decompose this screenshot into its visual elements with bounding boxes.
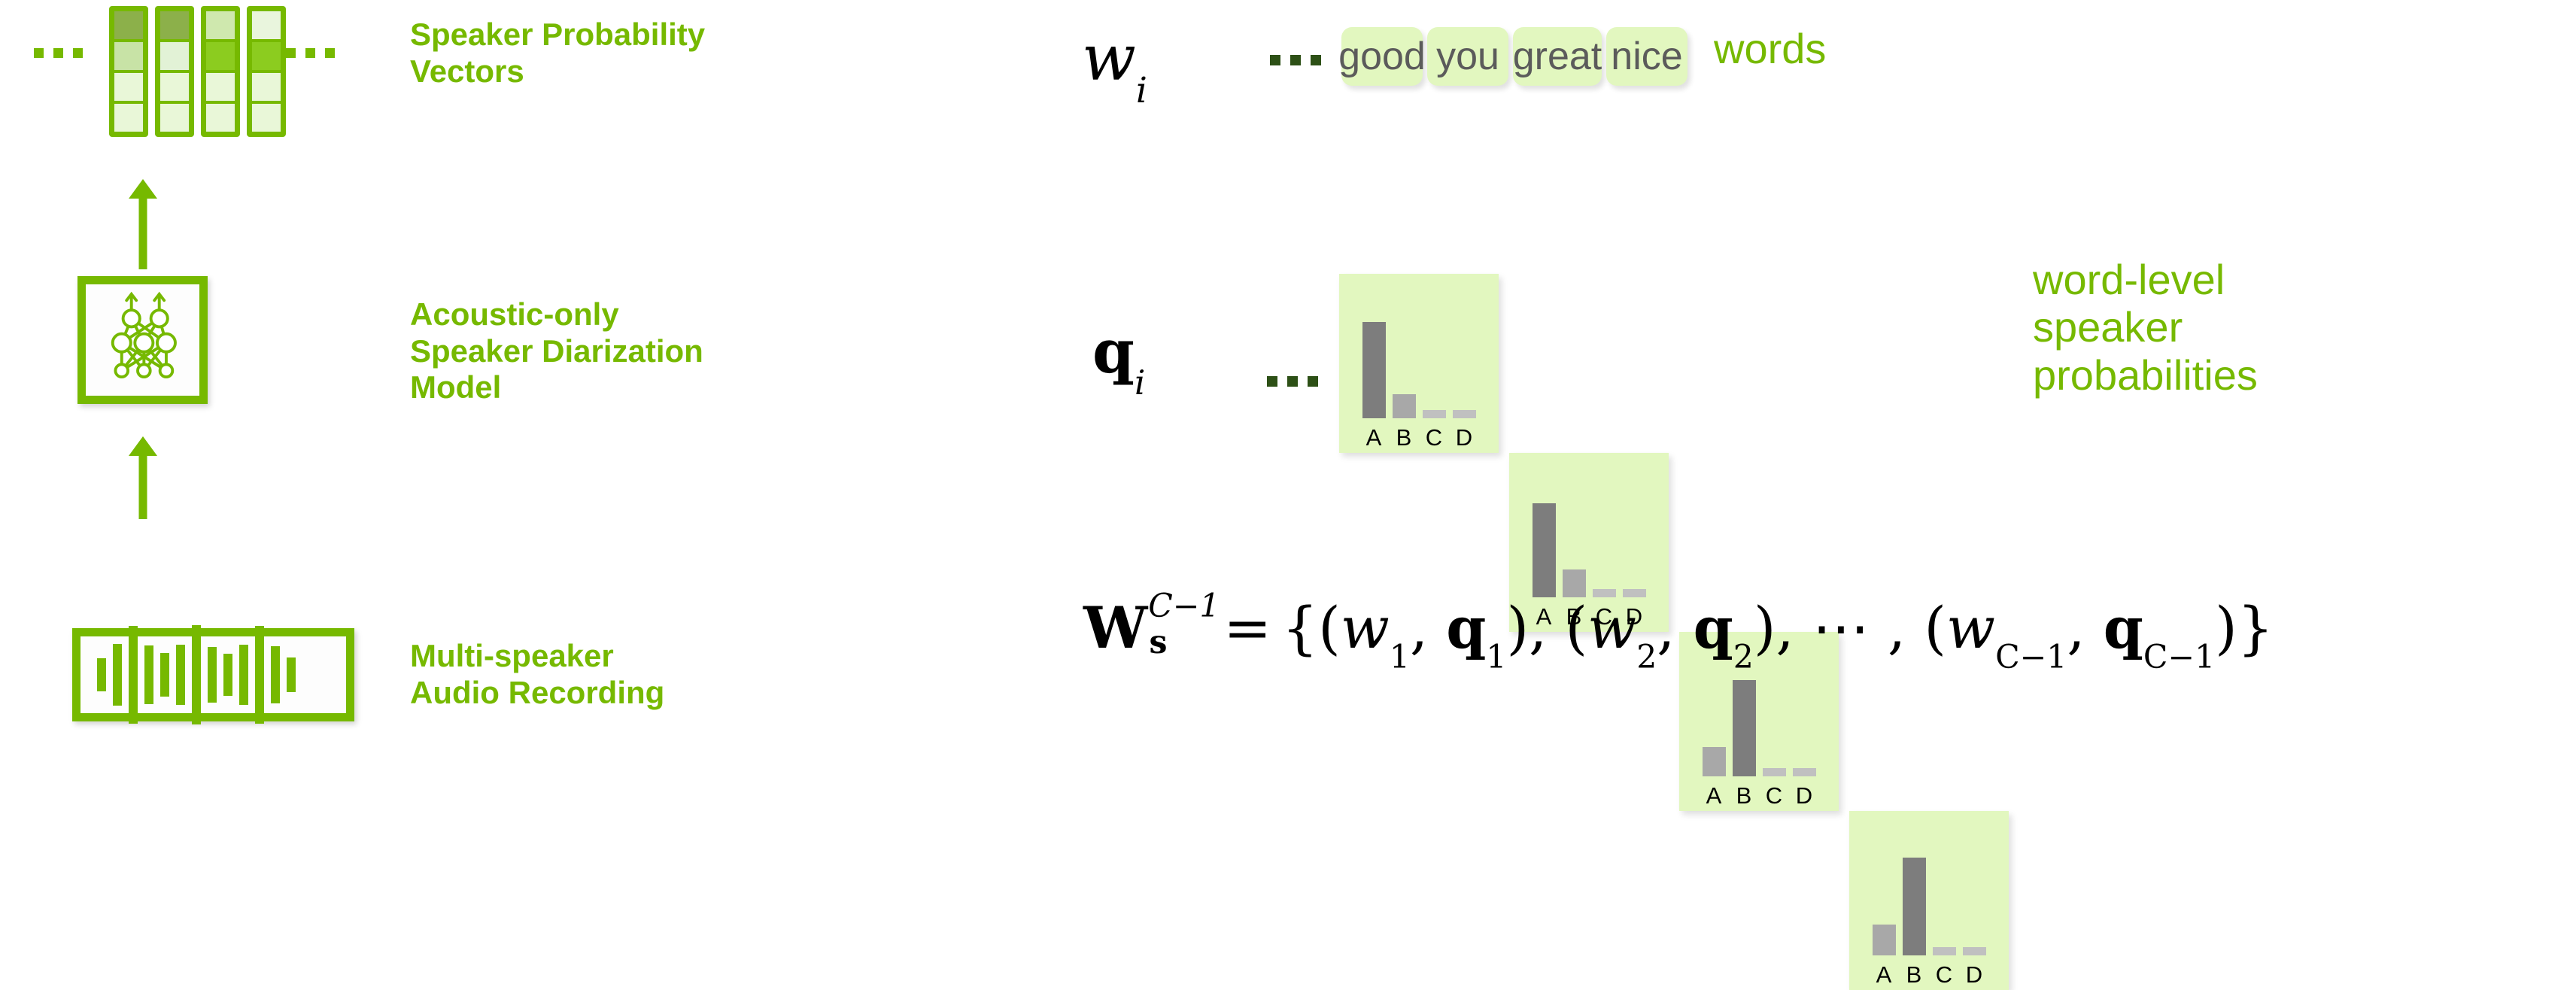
prob-cell [114, 73, 143, 101]
q-symbol-letter: q [1092, 316, 1135, 387]
q-axis-label: C [1935, 961, 1953, 988]
speaker-probability-vectors-label: Speaker Probability Vectors [410, 17, 706, 89]
q-bar-A [1872, 925, 1896, 955]
diagram-canvas: Speaker Probability Vectors Acoustic-onl… [0, 0, 2576, 990]
acoustic-model-box [77, 276, 208, 404]
word-chip-you: you [1427, 27, 1508, 86]
audio-waveform-icon [97, 625, 330, 724]
formula-mid-ellipsis: ⋯ [1812, 594, 1870, 661]
word-symbol-letter: w [1082, 21, 1136, 95]
audio-recording-box [72, 625, 354, 724]
prob-cell [160, 104, 189, 132]
word-chip-great: great [1513, 27, 1602, 86]
prob-vector-column [109, 6, 148, 137]
q-chart-plot [1849, 821, 2009, 955]
q-bar-C [1762, 768, 1786, 776]
q-bar-B [1732, 679, 1756, 776]
q-bar-D [1452, 410, 1476, 418]
prob-cell [252, 104, 281, 132]
word-chip-nice: nice [1606, 27, 1687, 86]
arrow-up-icon [126, 436, 159, 519]
formula-lhs-subscript: s [1149, 624, 1168, 662]
formula-close-brace: } [2237, 594, 2274, 661]
q-axis-label: D [1455, 424, 1473, 451]
q-axis-label: D [1965, 961, 1983, 988]
q-chart-plot [1339, 284, 1499, 418]
formula-lhs-scripts: C−1 s [1147, 588, 1220, 662]
q-chart-plot [1509, 463, 1669, 597]
prob-vectors-right-ellipsis [286, 48, 335, 58]
neural-network-icon [111, 291, 177, 378]
prob-cell [206, 104, 235, 132]
prob-cell [114, 11, 143, 39]
q-axis-label: A [1706, 782, 1722, 809]
q-bar-A [1702, 746, 1726, 776]
speaker-probability-vectors [109, 6, 286, 137]
prob-cell [160, 73, 189, 101]
prob-cell [160, 42, 189, 70]
q-axis-label: D [1795, 782, 1813, 809]
formula-open-brace: { [1281, 594, 1319, 661]
prob-cell [206, 42, 235, 70]
prob-cell [114, 104, 143, 132]
q-chart-card: A B C D [1339, 274, 1499, 453]
formula-lhs-superscript: C−1 [1148, 587, 1220, 625]
prob-cell [252, 42, 281, 70]
formula-term: (wC−1, qC−1) [1924, 594, 2237, 677]
word-symbol: wi [1082, 21, 1147, 108]
words-ellipsis [1270, 55, 1321, 65]
q-bar-B [1392, 393, 1416, 418]
q-axis-label: C [1765, 782, 1783, 809]
prob-cell [114, 42, 143, 70]
formula-term: (w1, q1) [1318, 594, 1530, 677]
prob-vector-column [247, 6, 286, 137]
q-bar-D [1962, 947, 1986, 955]
q-ellipsis [1267, 376, 1318, 387]
q-axis-label: C [1425, 424, 1443, 451]
q-bar-C [1422, 410, 1446, 418]
word-level-probabilities-label: word-level speaker probabilities [2033, 256, 2258, 399]
prob-cell [160, 11, 189, 39]
prob-vector-column [155, 6, 194, 137]
audio-recording-label: Multi-speaker Audio Recording [410, 638, 665, 710]
prob-cell [252, 73, 281, 101]
q-chart-card: A B C D [1849, 811, 2009, 990]
formula-equals: = [1223, 594, 1272, 661]
q-axis-label: B [1906, 961, 1922, 988]
q-axis-label: A [1876, 961, 1892, 988]
formula-term: (w2, q2) [1565, 594, 1776, 677]
prob-vectors-left-ellipsis [34, 48, 83, 58]
acoustic-model-label: Acoustic-only Speaker Diarization Model [410, 296, 703, 405]
q-chart-plot [1679, 642, 1839, 776]
q-bar-D [1792, 768, 1816, 776]
q-symbol: qi [1092, 316, 1145, 399]
prob-vector-column [201, 6, 240, 137]
q-axis-label: A [1365, 424, 1382, 451]
q-bar-B [1562, 569, 1586, 597]
q-axis-label: B [1736, 782, 1752, 809]
q-chart-axis-labels: A B C D [1849, 961, 2009, 988]
words-label: words [1714, 25, 1827, 72]
arrow-up-icon [126, 179, 159, 269]
word-symbol-subscript: i [1135, 70, 1147, 112]
prob-cell [252, 11, 281, 39]
formula-lhs-symbol: W [1083, 594, 1148, 661]
q-bar-B [1902, 858, 1926, 955]
q-symbol-subscript: i [1134, 362, 1146, 402]
q-chart-axis-labels: A B C D [1679, 782, 1839, 809]
q-chart-axis-labels: A B C D [1339, 424, 1499, 451]
q-bar-A [1532, 503, 1556, 597]
q-bar-A [1362, 321, 1386, 418]
q-bar-C [1932, 947, 1956, 955]
prob-cell [206, 11, 235, 39]
prob-cell [206, 73, 235, 101]
word-speaker-set-formula: W C−1 s = {(w1, q1), (w2, q2), ⋯ , (wC−1, qC… [1083, 587, 2274, 677]
q-axis-label: B [1396, 424, 1412, 451]
word-chip-good: good [1338, 27, 1426, 86]
